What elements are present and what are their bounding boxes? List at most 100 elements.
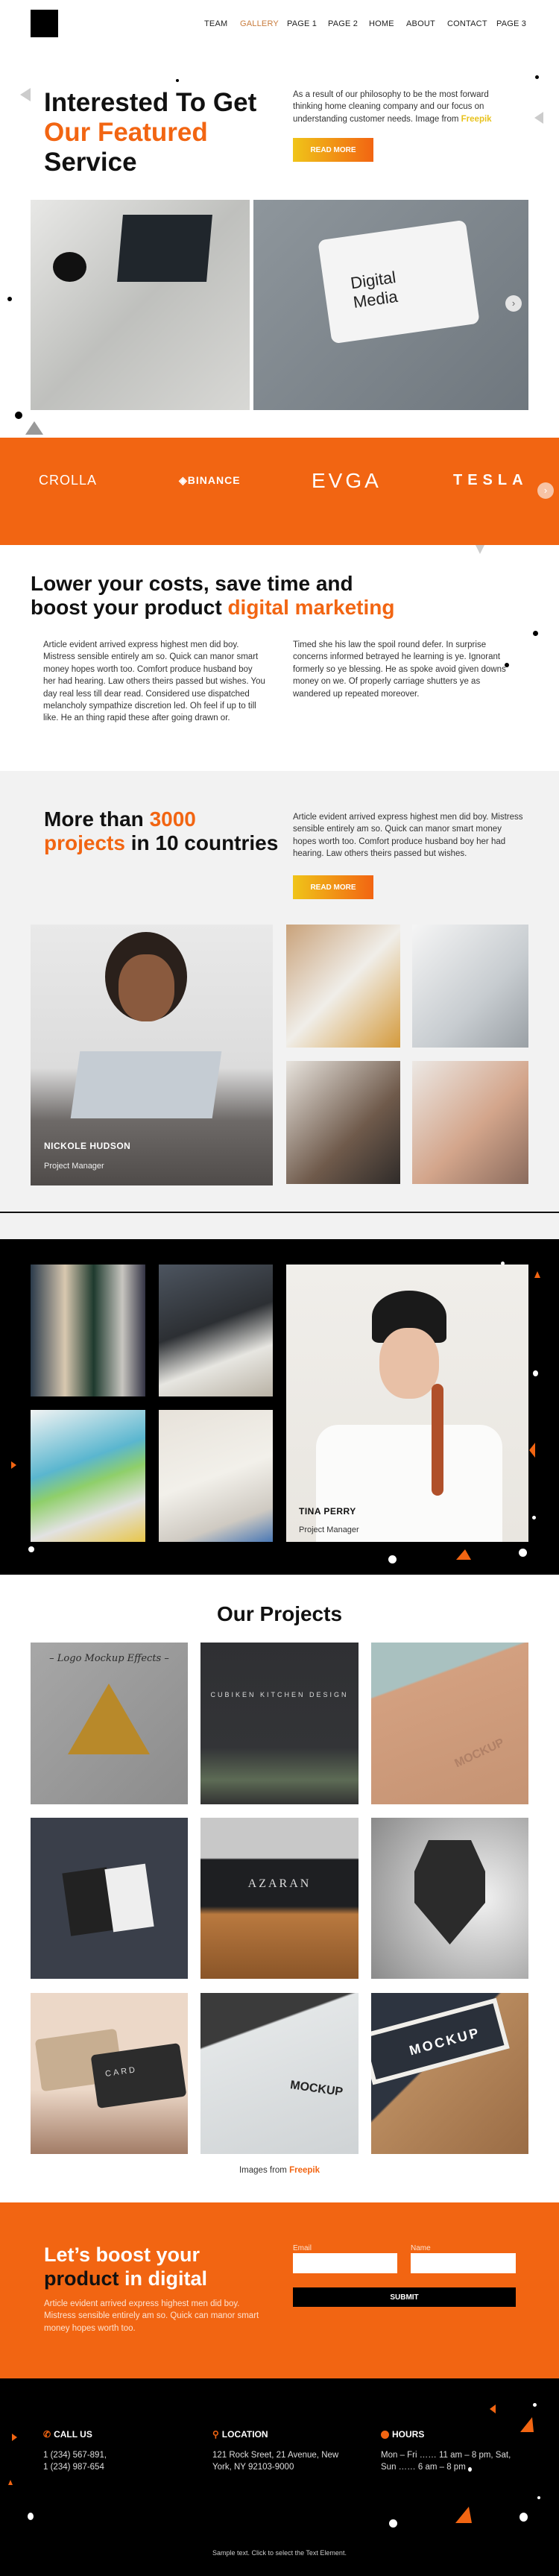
projects-credit: Images from Freepik	[0, 2166, 559, 2175]
person-role: Project Manager	[299, 1525, 359, 1534]
freepik-link[interactable]: Freepik	[289, 2166, 320, 2175]
project-paper-logo-mockup[interactable]: MOCKUP	[200, 1993, 359, 2154]
project-cubiken-storefront[interactable]: CUBIKEN KITCHEN DESIGN	[200, 1643, 359, 1804]
team-image-group	[31, 1265, 145, 1396]
decor-triangle	[12, 2434, 17, 2441]
team-image-dashboard-laptop	[31, 1410, 145, 1542]
brand-crolla: CROLLA	[39, 473, 98, 488]
person-name: NICKOLE HUDSON	[44, 1141, 131, 1151]
decor-dot	[15, 412, 22, 419]
hero-title: Interested To Get Our Featured Service	[44, 88, 256, 177]
cta-title-line1: Let’s boost your	[44, 2243, 200, 2266]
nav-contact[interactable]: CONTACT	[447, 19, 487, 28]
stats-read-more-button[interactable]: READ MORE	[293, 875, 373, 899]
project-paper-bag-mockup[interactable]: MOCKUP	[371, 1643, 528, 1804]
costs-title-highlight: digital marketing	[227, 596, 395, 619]
decor-dot	[501, 1262, 505, 1265]
decor-triangle	[25, 421, 43, 435]
decor-triangle	[534, 1271, 540, 1278]
decor-dot	[533, 1370, 538, 1376]
footer-location-text: 121 Rock Sreet, 21 Avenue, New York, NY …	[212, 2451, 339, 2472]
decor-dot	[28, 2513, 34, 2520]
decor-dot	[519, 2513, 528, 2522]
project-business-cards-dark[interactable]	[31, 1818, 188, 1979]
footer-sample-text[interactable]: Sample text. Click to select the Text El…	[0, 2549, 559, 2557]
decor-dot	[533, 2403, 537, 2407]
hero-image-coffee-laptop	[31, 200, 250, 410]
divider	[0, 1212, 559, 1213]
project-lion-logo[interactable]	[371, 1818, 528, 1979]
brands-band: CROLLA ◈BINANCE EVGA TESLA ›	[0, 438, 559, 545]
project-script-label: – Logo Mockup Effects –	[49, 1653, 169, 1664]
submit-button[interactable]: SUBMIT	[293, 2287, 516, 2307]
footer-location-heading: ⚲ LOCATION	[212, 2429, 268, 2440]
decor-triangle	[455, 2507, 472, 2523]
hero-title-line1: Interested To Get	[44, 88, 257, 117]
name-field[interactable]	[411, 2253, 516, 2273]
decor-dot	[519, 1549, 527, 1557]
gallery-image-charts-desk	[286, 925, 400, 1048]
map-pin-icon: ⚲	[212, 2429, 219, 2440]
stats-title-projects: projects	[44, 831, 125, 854]
decor-triangle	[20, 88, 31, 101]
stats-title-a: More than	[44, 807, 150, 831]
nav-about[interactable]: ABOUT	[406, 19, 435, 28]
costs-title-line1: Lower your costs, save time and	[31, 572, 353, 595]
project-azaran-storefront[interactable]: AZARAN	[200, 1818, 359, 1979]
stats-title-number: 3000	[149, 807, 196, 831]
project-logo-mockup-gold[interactable]: – Logo Mockup Effects –	[31, 1643, 188, 1804]
project-label: CUBIKEN KITCHEN DESIGN	[210, 1691, 349, 1698]
gallery-image-marketing-board	[412, 925, 528, 1048]
gallery-image-office-women	[286, 1061, 400, 1184]
decor-dot	[7, 297, 12, 301]
credit-prefix: Images from	[239, 2166, 290, 2175]
person-name: TINA PERRY	[299, 1506, 356, 1517]
project-label: Logo Mockup Effects	[57, 1653, 162, 1664]
costs-title-line2: boost your product	[31, 596, 228, 619]
team-image-man-writing	[159, 1410, 273, 1542]
decor-dot	[533, 631, 538, 636]
nav-page-1[interactable]: PAGE 1	[287, 19, 317, 28]
cta-title-rest: in digital	[119, 2267, 207, 2290]
team-image-tina: TINA PERRY Project Manager	[286, 1265, 528, 1542]
footer-call-title: CALL US	[54, 2429, 92, 2440]
email-field[interactable]	[293, 2253, 397, 2273]
brand-binance: ◈BINANCE	[179, 474, 241, 486]
person-role: Project Manager	[44, 1162, 104, 1171]
nav-page-2[interactable]: PAGE 2	[328, 19, 358, 28]
nav-gallery[interactable]: GALLERY	[240, 19, 279, 28]
decor-dot	[28, 1546, 34, 1552]
decor-triangle	[520, 2417, 534, 2432]
chevron-right-icon[interactable]: ›	[537, 482, 554, 499]
decor-triangle	[534, 112, 543, 124]
decor-triangle	[529, 1443, 535, 1458]
hero-read-more-button[interactable]: READ MORE	[293, 138, 373, 162]
nav-page-3[interactable]: PAGE 3	[496, 19, 526, 28]
hero-image-digital-media-tablet: Digital Media ›	[253, 200, 528, 410]
decor-triangle	[8, 2480, 13, 2485]
decor-dot	[176, 79, 179, 82]
footer-hours-title: HOURS	[392, 2429, 425, 2440]
footer-location-title: LOCATION	[221, 2429, 268, 2440]
stats-title: More than 3000 projects in 10 countries	[44, 807, 278, 855]
project-business-card-mockup[interactable]: MOCKUP	[371, 1993, 528, 2154]
carousel-next-button[interactable]: ›	[505, 295, 522, 312]
cta-title-dark: product	[44, 2267, 119, 2290]
decor-triangle	[490, 2405, 496, 2413]
nav-team[interactable]: TEAM	[204, 19, 227, 28]
project-label: MOCKUP	[289, 2079, 344, 2099]
name-label: Name	[411, 2244, 431, 2252]
hero-title-highlight: Our Featured	[44, 118, 208, 147]
freepik-link[interactable]: Freepik	[461, 115, 492, 124]
project-card-mockup[interactable]: CARD	[31, 1993, 188, 2154]
projects-title: Our Projects	[216, 1602, 343, 1625]
decor-dot	[505, 663, 509, 667]
cta-text: Article evident arrived express highest …	[44, 2299, 259, 2333]
brand-evga: EVGA	[312, 469, 382, 492]
costs-title: Lower your costs, save time and boost yo…	[31, 572, 394, 620]
logo[interactable]	[31, 10, 58, 37]
nav-home[interactable]: HOME	[369, 19, 394, 28]
footer-hours-heading: HOURS	[381, 2429, 424, 2440]
hero-text-body: As a result of our philosophy to be the …	[293, 90, 489, 124]
decor-dot	[389, 2519, 397, 2528]
